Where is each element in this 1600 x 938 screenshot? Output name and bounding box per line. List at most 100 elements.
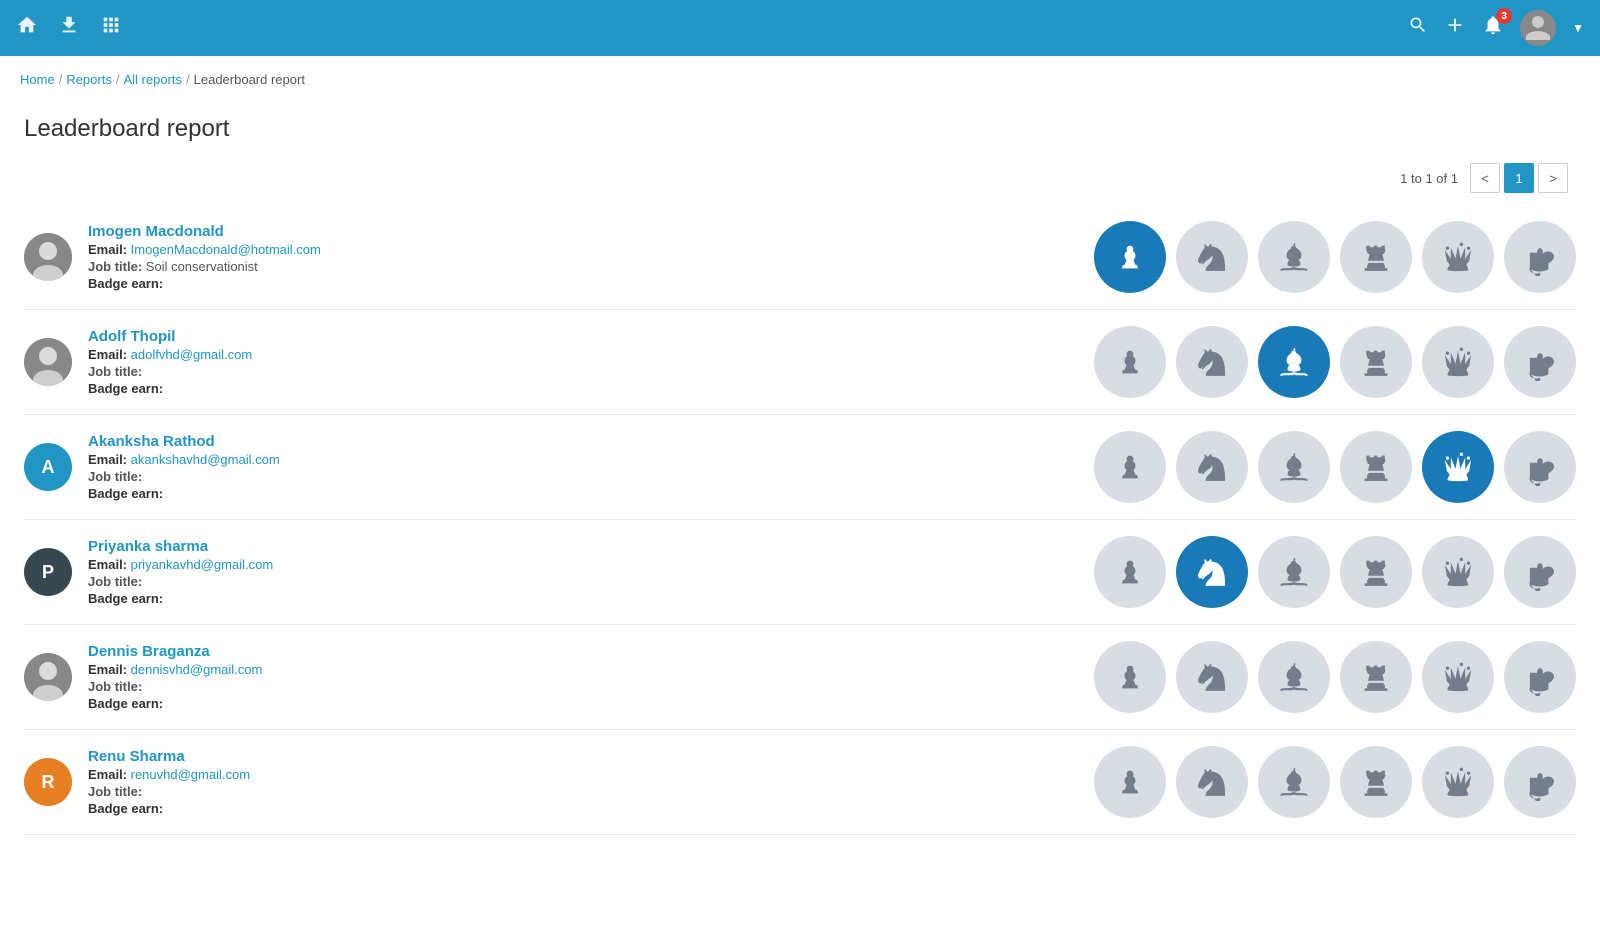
user-badge-earn: Badge earn: xyxy=(88,381,1078,396)
user-info: Akanksha Rathod Email: akankshavhd@gmail.… xyxy=(88,433,1078,501)
page-title: Leaderboard report xyxy=(24,115,1576,143)
badge-rook[interactable] xyxy=(1340,641,1412,713)
user-badge-earn: Badge earn: xyxy=(88,486,1078,501)
user-job-title: Job title: xyxy=(88,574,1078,589)
badge-knight[interactable] xyxy=(1176,746,1248,818)
badge-bishop[interactable] xyxy=(1258,746,1330,818)
notification-icon[interactable]: 3 xyxy=(1482,14,1504,42)
table-row: P Priyanka sharma Email: priyankavhd@gmail… xyxy=(24,520,1576,625)
pagination-info: 1 to 1 of 1 xyxy=(1400,171,1458,186)
user-email: Email: dennisvhd@gmail.com xyxy=(88,662,1078,677)
badge-pawn[interactable] xyxy=(1094,536,1166,608)
user-info: Imogen MacdonaldEmail: ImogenMacdonald@h… xyxy=(88,223,1078,291)
badge-knight[interactable] xyxy=(1176,536,1248,608)
breadcrumb: Home / Reports / All reports / Leaderboa… xyxy=(0,56,1600,95)
nav-left xyxy=(16,14,122,42)
badges-row xyxy=(1094,746,1576,818)
user-job-title: Job title: xyxy=(88,679,1078,694)
dropdown-arrow[interactable]: ▼ xyxy=(1572,21,1584,35)
badge-knight[interactable] xyxy=(1176,221,1248,293)
table-row: A Akanksha Rathod Email: akankshavhd@gmail… xyxy=(24,415,1576,520)
badge-rook[interactable] xyxy=(1340,221,1412,293)
badge-bishop[interactable] xyxy=(1258,431,1330,503)
badge-rook[interactable] xyxy=(1340,536,1412,608)
breadcrumb-sep3: / xyxy=(186,72,190,87)
badge-king[interactable] xyxy=(1504,746,1576,818)
badge-queen[interactable] xyxy=(1422,326,1494,398)
avatar xyxy=(24,653,72,701)
user-name: Renu Sharma xyxy=(88,748,1078,765)
breadcrumb-reports[interactable]: Reports xyxy=(66,72,112,87)
badge-bishop[interactable] xyxy=(1258,641,1330,713)
user-badge-earn: Badge earn: xyxy=(88,276,1078,291)
user-info: Adolf ThopilEmail: adolfvhd@gmail.comJob… xyxy=(88,328,1078,396)
badge-queen[interactable] xyxy=(1422,431,1494,503)
avatar: P xyxy=(24,548,72,596)
home-icon[interactable] xyxy=(16,14,38,42)
pagination-bar: 1 to 1 of 1 < 1 > xyxy=(24,163,1576,193)
user-job-title: Job title: xyxy=(88,784,1078,799)
table-row: Adolf ThopilEmail: adolfvhd@gmail.comJob… xyxy=(24,310,1576,415)
download-icon[interactable] xyxy=(58,14,80,42)
breadcrumb-sep1: / xyxy=(59,72,63,87)
badges-row xyxy=(1094,221,1576,293)
grid-icon[interactable] xyxy=(100,14,122,42)
badge-queen[interactable] xyxy=(1422,221,1494,293)
badge-king[interactable] xyxy=(1504,536,1576,608)
table-row: R Renu Sharma Email: renuvhd@gmail.com Job … xyxy=(24,730,1576,835)
badge-queen[interactable] xyxy=(1422,536,1494,608)
add-icon[interactable] xyxy=(1444,14,1466,42)
badge-knight[interactable] xyxy=(1176,641,1248,713)
user-email: Email: priyankavhd@gmail.com xyxy=(88,557,1078,572)
badge-queen[interactable] xyxy=(1422,641,1494,713)
badge-bishop[interactable] xyxy=(1258,221,1330,293)
user-name: Akanksha Rathod xyxy=(88,433,1078,450)
user-job-title: Job title: xyxy=(88,364,1078,379)
badge-rook[interactable] xyxy=(1340,746,1412,818)
user-email: Email: akankshavhd@gmail.com xyxy=(88,452,1078,467)
badge-bishop[interactable] xyxy=(1258,326,1330,398)
breadcrumb-all-reports[interactable]: All reports xyxy=(123,72,182,87)
breadcrumb-sep2: / xyxy=(116,72,120,87)
badge-king[interactable] xyxy=(1504,221,1576,293)
avatar: R xyxy=(24,758,72,806)
table-row: Imogen MacdonaldEmail: ImogenMacdonald@h… xyxy=(24,205,1576,310)
badge-pawn[interactable] xyxy=(1094,641,1166,713)
user-email: Email: adolfvhd@gmail.com xyxy=(88,347,1078,362)
pagination-page-1[interactable]: 1 xyxy=(1504,163,1534,193)
pagination-prev[interactable]: < xyxy=(1470,163,1500,193)
avatar: A xyxy=(24,443,72,491)
user-email: Email: ImogenMacdonald@hotmail.com xyxy=(88,242,1078,257)
badges-row xyxy=(1094,536,1576,608)
badge-pawn[interactable] xyxy=(1094,431,1166,503)
badges-row xyxy=(1094,641,1576,713)
user-email: Email: renuvhd@gmail.com xyxy=(88,767,1078,782)
avatar xyxy=(24,338,72,386)
badge-rook[interactable] xyxy=(1340,431,1412,503)
user-info: Renu Sharma Email: renuvhd@gmail.com Job t… xyxy=(88,748,1078,816)
users-list: Imogen MacdonaldEmail: ImogenMacdonald@h… xyxy=(24,205,1576,835)
badge-rook[interactable] xyxy=(1340,326,1412,398)
badge-king[interactable] xyxy=(1504,431,1576,503)
badge-pawn[interactable] xyxy=(1094,746,1166,818)
badge-pawn[interactable] xyxy=(1094,326,1166,398)
badge-king[interactable] xyxy=(1504,326,1576,398)
badge-queen[interactable] xyxy=(1422,746,1494,818)
user-avatar[interactable] xyxy=(1520,10,1556,46)
user-job-title: Job title: Soil conservationist xyxy=(88,259,1078,274)
badge-king[interactable] xyxy=(1504,641,1576,713)
user-job-title: Job title: xyxy=(88,469,1078,484)
search-icon[interactable] xyxy=(1408,15,1428,41)
badges-row xyxy=(1094,431,1576,503)
user-info: Priyanka sharma Email: priyankavhd@gmail.… xyxy=(88,538,1078,606)
pagination-next[interactable]: > xyxy=(1538,163,1568,193)
breadcrumb-home[interactable]: Home xyxy=(20,72,55,87)
user-info: Dennis BraganzaEmail: dennisvhd@gmail.co… xyxy=(88,643,1078,711)
badge-pawn[interactable] xyxy=(1094,221,1166,293)
avatar xyxy=(24,233,72,281)
badge-knight[interactable] xyxy=(1176,326,1248,398)
table-row: Dennis BraganzaEmail: dennisvhd@gmail.co… xyxy=(24,625,1576,730)
badge-knight[interactable] xyxy=(1176,431,1248,503)
user-name: Priyanka sharma xyxy=(88,538,1078,555)
badge-bishop[interactable] xyxy=(1258,536,1330,608)
